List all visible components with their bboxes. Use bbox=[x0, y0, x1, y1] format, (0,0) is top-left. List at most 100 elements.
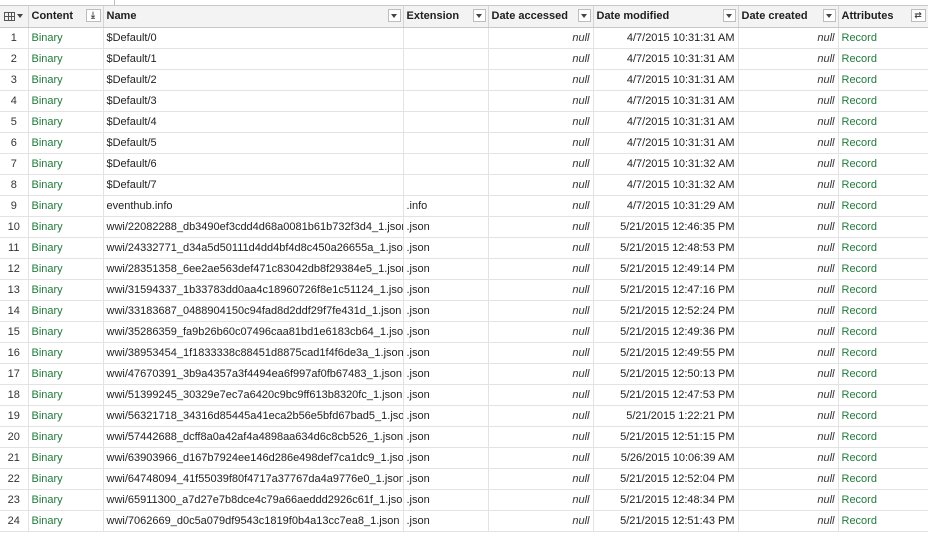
cell-date-created[interactable]: null bbox=[738, 132, 839, 154]
cell-date-created[interactable]: null bbox=[738, 69, 839, 91]
cell-date-modified[interactable]: 4/7/2015 10:31:31 AM bbox=[593, 27, 739, 49]
cell-name[interactable]: wwi/47670391_3b9a4357a3f4494ea6f997af0fb… bbox=[103, 363, 404, 385]
cell-name[interactable]: wwi/63903966_d167b7924ee146d286e498def7c… bbox=[103, 447, 404, 469]
cell-date-accessed[interactable]: null bbox=[488, 27, 594, 49]
cell-date-accessed[interactable]: null bbox=[488, 342, 594, 364]
cell-content-binary-link[interactable]: Binary bbox=[28, 468, 104, 490]
cell-attributes-record-link[interactable]: Record bbox=[838, 279, 928, 301]
cell-date-created[interactable]: null bbox=[738, 279, 839, 301]
cell-date-accessed[interactable]: null bbox=[488, 216, 594, 238]
cell-attributes-record-link[interactable]: Record bbox=[838, 489, 928, 511]
cell-date-accessed[interactable]: null bbox=[488, 510, 594, 532]
filter-dropdown-icon[interactable] bbox=[822, 9, 836, 22]
cell-date-modified[interactable]: 4/7/2015 10:31:32 AM bbox=[593, 174, 739, 196]
expand-columns-icon[interactable]: ⇄ bbox=[910, 9, 926, 22]
cell-content-binary-link[interactable]: Binary bbox=[28, 384, 104, 406]
cell-date-accessed[interactable]: null bbox=[488, 258, 594, 280]
cell-extension[interactable] bbox=[403, 153, 489, 175]
cell-name[interactable]: $Default/6 bbox=[103, 153, 404, 175]
cell-date-created[interactable]: null bbox=[738, 405, 839, 427]
cell-name[interactable]: $Default/4 bbox=[103, 111, 404, 133]
cell-attributes-record-link[interactable]: Record bbox=[838, 237, 928, 259]
cell-content-binary-link[interactable]: Binary bbox=[28, 69, 104, 91]
cell-name[interactable]: wwi/57442688_dcff8a0a42af4a4898aa634d6c8… bbox=[103, 426, 404, 448]
cell-content-binary-link[interactable]: Binary bbox=[28, 111, 104, 133]
cell-content-binary-link[interactable]: Binary bbox=[28, 447, 104, 469]
cell-name[interactable]: $Default/2 bbox=[103, 69, 404, 91]
cell-date-accessed[interactable]: null bbox=[488, 195, 594, 217]
cell-date-created[interactable]: null bbox=[738, 237, 839, 259]
cell-attributes-record-link[interactable]: Record bbox=[838, 27, 928, 49]
cell-date-created[interactable]: null bbox=[738, 384, 839, 406]
table-row[interactable]: 5 Binary $Default/4 null 4/7/2015 10:31:31 A… bbox=[0, 111, 928, 133]
cell-extension[interactable] bbox=[403, 69, 489, 91]
cell-name[interactable]: wwi/31594337_1b33783dd0aa4c18960726f8e1c… bbox=[103, 279, 404, 301]
table-row[interactable]: 7 Binary $Default/6 null 4/7/2015 10:31:32 A… bbox=[0, 153, 928, 175]
cell-date-accessed[interactable]: null bbox=[488, 300, 594, 322]
cell-content-binary-link[interactable]: Binary bbox=[28, 90, 104, 112]
cell-extension[interactable]: .json bbox=[403, 468, 489, 490]
cell-name[interactable]: wwi/56321718_34316d85445a41eca2b56e5bfd6… bbox=[103, 405, 404, 427]
cell-date-created[interactable]: null bbox=[738, 195, 839, 217]
table-row[interactable]: 14 Binary wwi/33183687_0488904150c94fad8d2… bbox=[0, 300, 928, 322]
cell-name[interactable]: wwi/38953454_1f1833338c88451d8875cad1f4f… bbox=[103, 342, 404, 364]
cell-date-modified[interactable]: 5/21/2015 12:49:14 PM bbox=[593, 258, 739, 280]
table-row[interactable]: 15 Binary wwi/35286359_fa9b26b60c07496caa8… bbox=[0, 321, 928, 343]
cell-date-modified[interactable]: 4/7/2015 10:31:31 AM bbox=[593, 48, 739, 70]
cell-extension[interactable]: .json bbox=[403, 384, 489, 406]
cell-extension[interactable]: .json bbox=[403, 447, 489, 469]
cell-date-modified[interactable]: 4/7/2015 10:31:31 AM bbox=[593, 90, 739, 112]
cell-content-binary-link[interactable]: Binary bbox=[28, 216, 104, 238]
cell-extension[interactable]: .json bbox=[403, 321, 489, 343]
cell-attributes-record-link[interactable]: Record bbox=[838, 195, 928, 217]
cell-extension[interactable] bbox=[403, 174, 489, 196]
cell-date-accessed[interactable]: null bbox=[488, 279, 594, 301]
table-row[interactable]: 17 Binary wwi/47670391_3b9a4357a3f4494ea6f… bbox=[0, 363, 928, 385]
cell-date-accessed[interactable]: null bbox=[488, 321, 594, 343]
cell-content-binary-link[interactable]: Binary bbox=[28, 321, 104, 343]
cell-date-created[interactable]: null bbox=[738, 468, 839, 490]
cell-date-created[interactable]: null bbox=[738, 48, 839, 70]
cell-name[interactable]: $Default/1 bbox=[103, 48, 404, 70]
cell-content-binary-link[interactable]: Binary bbox=[28, 48, 104, 70]
table-row[interactable]: 3 Binary $Default/2 null 4/7/2015 10:31:31 A… bbox=[0, 69, 928, 91]
table-row[interactable]: 11 Binary wwi/24332771_d34a5d50111d4dd4bf4… bbox=[0, 237, 928, 259]
cell-attributes-record-link[interactable]: Record bbox=[838, 384, 928, 406]
table-row[interactable]: 10 Binary wwi/22082288_db3490ef3cdd4d68a00… bbox=[0, 216, 928, 238]
cell-date-modified[interactable]: 5/21/2015 12:47:16 PM bbox=[593, 279, 739, 301]
cell-date-created[interactable]: null bbox=[738, 300, 839, 322]
cell-date-accessed[interactable]: null bbox=[488, 237, 594, 259]
cell-attributes-record-link[interactable]: Record bbox=[838, 153, 928, 175]
column-header-date-created[interactable]: Date created bbox=[738, 6, 839, 28]
column-header-date-accessed[interactable]: Date accessed bbox=[488, 6, 594, 28]
cell-attributes-record-link[interactable]: Record bbox=[838, 216, 928, 238]
table-row[interactable]: 23 Binary wwi/65911300_a7d27e7b8dce4c79a66… bbox=[0, 489, 928, 511]
column-header-content[interactable]: Content ⤓ bbox=[28, 6, 104, 28]
cell-extension[interactable] bbox=[403, 90, 489, 112]
cell-name[interactable]: eventhub.info bbox=[103, 195, 404, 217]
cell-date-modified[interactable]: 5/21/2015 12:50:13 PM bbox=[593, 363, 739, 385]
filter-dropdown-icon[interactable] bbox=[722, 9, 736, 22]
cell-content-binary-link[interactable]: Binary bbox=[28, 258, 104, 280]
cell-date-created[interactable]: null bbox=[738, 510, 839, 532]
column-header-date-modified[interactable]: Date modified bbox=[593, 6, 739, 28]
cell-attributes-record-link[interactable]: Record bbox=[838, 342, 928, 364]
table-row[interactable]: 1 Binary $Default/0 null 4/7/2015 10:31:31 A… bbox=[0, 27, 928, 49]
cell-name[interactable]: wwi/24332771_d34a5d50111d4dd4bf4d8c450a2… bbox=[103, 237, 404, 259]
cell-date-modified[interactable]: 4/7/2015 10:31:31 AM bbox=[593, 132, 739, 154]
cell-attributes-record-link[interactable]: Record bbox=[838, 363, 928, 385]
cell-content-binary-link[interactable]: Binary bbox=[28, 426, 104, 448]
cell-date-created[interactable]: null bbox=[738, 153, 839, 175]
cell-extension[interactable]: .json bbox=[403, 363, 489, 385]
column-header-attributes[interactable]: Attributes ⇄ bbox=[838, 6, 928, 28]
cell-name[interactable]: $Default/3 bbox=[103, 90, 404, 112]
cell-extension[interactable]: .json bbox=[403, 489, 489, 511]
cell-date-accessed[interactable]: null bbox=[488, 468, 594, 490]
table-row[interactable]: 19 Binary wwi/56321718_34316d85445a41eca2b… bbox=[0, 405, 928, 427]
column-header-extension[interactable]: Extension bbox=[403, 6, 489, 28]
cell-extension[interactable]: .json bbox=[403, 300, 489, 322]
cell-date-modified[interactable]: 5/21/2015 12:52:04 PM bbox=[593, 468, 739, 490]
table-row[interactable]: 4 Binary $Default/3 null 4/7/2015 10:31:31 A… bbox=[0, 90, 928, 112]
cell-attributes-record-link[interactable]: Record bbox=[838, 300, 928, 322]
cell-date-modified[interactable]: 5/26/2015 10:06:39 AM bbox=[593, 447, 739, 469]
